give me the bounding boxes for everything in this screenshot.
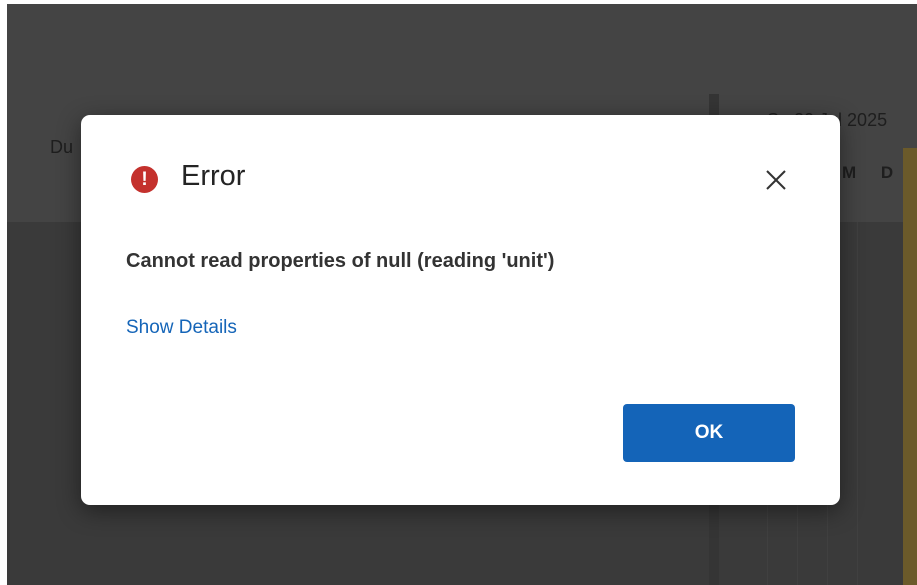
- background-day-columns: M D: [842, 163, 904, 182]
- dialog-title: Error: [181, 160, 246, 192]
- show-details-link[interactable]: Show Details: [126, 317, 237, 339]
- close-button[interactable]: [761, 165, 791, 195]
- error-message: Cannot read properties of null (reading …: [126, 250, 555, 272]
- background-gridline: [857, 222, 858, 585]
- ok-button[interactable]: OK: [623, 404, 795, 462]
- background-today-marker: [903, 148, 917, 585]
- screenshot-frame: Du Sa 20 Jul 2025 M D ! Error Cannot rea…: [0, 0, 917, 585]
- background-column-header: Du: [50, 137, 74, 157]
- close-icon: [766, 170, 786, 190]
- error-dialog: ! Error Cannot read properties of null (…: [81, 115, 840, 505]
- error-exclamation-icon: !: [131, 166, 158, 193]
